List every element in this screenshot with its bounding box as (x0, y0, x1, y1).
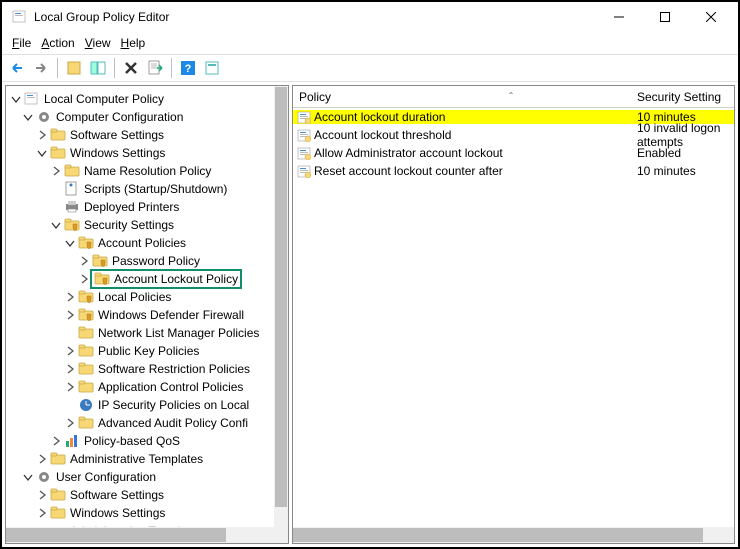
tree-qos[interactable]: Policy-based QoS (8, 432, 286, 450)
shield-folder-icon (92, 253, 108, 269)
tree-admin-templates-1[interactable]: Administrative Templates (8, 450, 286, 468)
column-policy[interactable]: Policyˆ (293, 90, 633, 104)
scroll-icon (64, 181, 80, 197)
forward-button[interactable] (30, 57, 52, 79)
tree-scripts[interactable]: Scripts (Startup/Shutdown) (8, 180, 286, 198)
folder-icon (50, 145, 66, 161)
policy-setting: 10 minutes (633, 164, 734, 178)
menubar: File Action View Help (2, 32, 738, 54)
tree-software-settings-2[interactable]: Software Settings (8, 486, 286, 504)
minimize-button[interactable] (596, 2, 642, 32)
folder-icon (50, 505, 66, 521)
tree-windows-settings-2[interactable]: Windows Settings (8, 504, 286, 522)
app-icon (12, 9, 28, 25)
tree-pkp[interactable]: Public Key Policies (8, 342, 286, 360)
shield-folder-icon (64, 217, 80, 233)
detail-header: Policyˆ Security Setting (293, 86, 734, 108)
detail-pane: Policyˆ Security Setting Account lockout… (292, 85, 735, 544)
policy-item-icon (297, 128, 311, 142)
svg-text:?: ? (185, 63, 192, 75)
policy-item-icon (297, 110, 311, 124)
detail-horizontal-scrollbar[interactable] (293, 527, 734, 543)
window-title: Local Group Policy Editor (34, 10, 596, 24)
tree-computer-configuration[interactable]: Computer Configuration (8, 108, 286, 126)
column-security-setting[interactable]: Security Setting (633, 90, 734, 104)
tree-wdf[interactable]: Windows Defender Firewall (8, 306, 286, 324)
policy-name: Reset account lockout counter after (314, 164, 503, 178)
policy-name: Account lockout threshold (314, 128, 451, 142)
help-button[interactable]: ? (177, 57, 199, 79)
maximize-button[interactable] (642, 2, 688, 32)
shield-folder-icon (78, 235, 94, 251)
menu-action[interactable]: Action (37, 36, 78, 50)
tree-vertical-scrollbar[interactable] (274, 86, 288, 527)
close-button[interactable] (688, 2, 734, 32)
policy-name: Account lockout duration (314, 110, 445, 124)
folder-icon (78, 415, 94, 431)
sort-indicator-icon: ˆ (509, 90, 513, 104)
folder-icon (78, 343, 94, 359)
folder-icon (78, 361, 94, 377)
menu-file[interactable]: File (8, 36, 35, 50)
up-button[interactable] (63, 57, 85, 79)
shield-folder-icon (78, 289, 94, 305)
folder-icon (50, 127, 66, 143)
policy-item-icon (297, 164, 311, 178)
tree-local-policies[interactable]: Local Policies (8, 288, 286, 306)
delete-button[interactable] (120, 57, 142, 79)
shield-folder-icon (78, 307, 94, 323)
folder-icon (50, 487, 66, 503)
tree-user-configuration[interactable]: User Configuration (8, 468, 286, 486)
detail-row[interactable]: Account lockout threshold10 invalid logo… (293, 126, 734, 144)
export-button[interactable] (144, 57, 166, 79)
tree-security-settings[interactable]: Security Settings (8, 216, 286, 234)
folder-icon (50, 451, 66, 467)
policy-icon (24, 91, 40, 107)
tree-account-lockout-policy[interactable]: Account Lockout Policy (8, 270, 286, 288)
tree-account-policies[interactable]: Account Policies (8, 234, 286, 252)
tree-name-resolution[interactable]: Name Resolution Policy (8, 162, 286, 180)
policy-name: Allow Administrator account lockout (314, 146, 503, 160)
tree-printers[interactable]: Deployed Printers (8, 198, 286, 216)
tree-pane: Local Computer Policy Computer Configura… (5, 85, 289, 544)
policy-setting: Enabled (633, 146, 734, 160)
properties-button[interactable] (201, 57, 223, 79)
toolbar: ? (2, 54, 738, 82)
titlebar: Local Group Policy Editor (2, 2, 738, 32)
shield-folder-icon (94, 271, 110, 287)
gear-icon (36, 109, 52, 125)
tree-nlmp[interactable]: Network List Manager Policies (8, 324, 286, 342)
tree-horizontal-scrollbar[interactable] (6, 527, 288, 543)
bars-icon (64, 433, 80, 449)
printer-icon (64, 199, 80, 215)
tree-windows-settings-1[interactable]: Windows Settings (8, 144, 286, 162)
tree-ipsec[interactable]: IP Security Policies on Local (8, 396, 286, 414)
folder-icon (78, 379, 94, 395)
detail-row[interactable]: Reset account lockout counter after 10 mi… (293, 162, 734, 180)
tree-acp[interactable]: Application Control Policies (8, 378, 286, 396)
menu-view[interactable]: View (81, 36, 115, 50)
tree-srp[interactable]: Software Restriction Policies (8, 360, 286, 378)
detail-row[interactable]: Allow Administrator account lockout Enabl… (293, 144, 734, 162)
gear-icon (36, 469, 52, 485)
folder-icon (64, 163, 80, 179)
menu-help[interactable]: Help (117, 36, 150, 50)
tree-root[interactable]: Local Computer Policy (8, 90, 286, 108)
folder-icon (78, 325, 94, 341)
policy-setting: 10 invalid logon attempts (633, 121, 734, 149)
policy-item-icon (297, 146, 311, 160)
back-button[interactable] (6, 57, 28, 79)
show-hide-tree-button[interactable] (87, 57, 109, 79)
tree-software-settings-1[interactable]: Software Settings (8, 126, 286, 144)
ipsec-icon (78, 397, 94, 413)
tree-aapc[interactable]: Advanced Audit Policy Confi (8, 414, 286, 432)
tree-password-policy[interactable]: Password Policy (8, 252, 286, 270)
